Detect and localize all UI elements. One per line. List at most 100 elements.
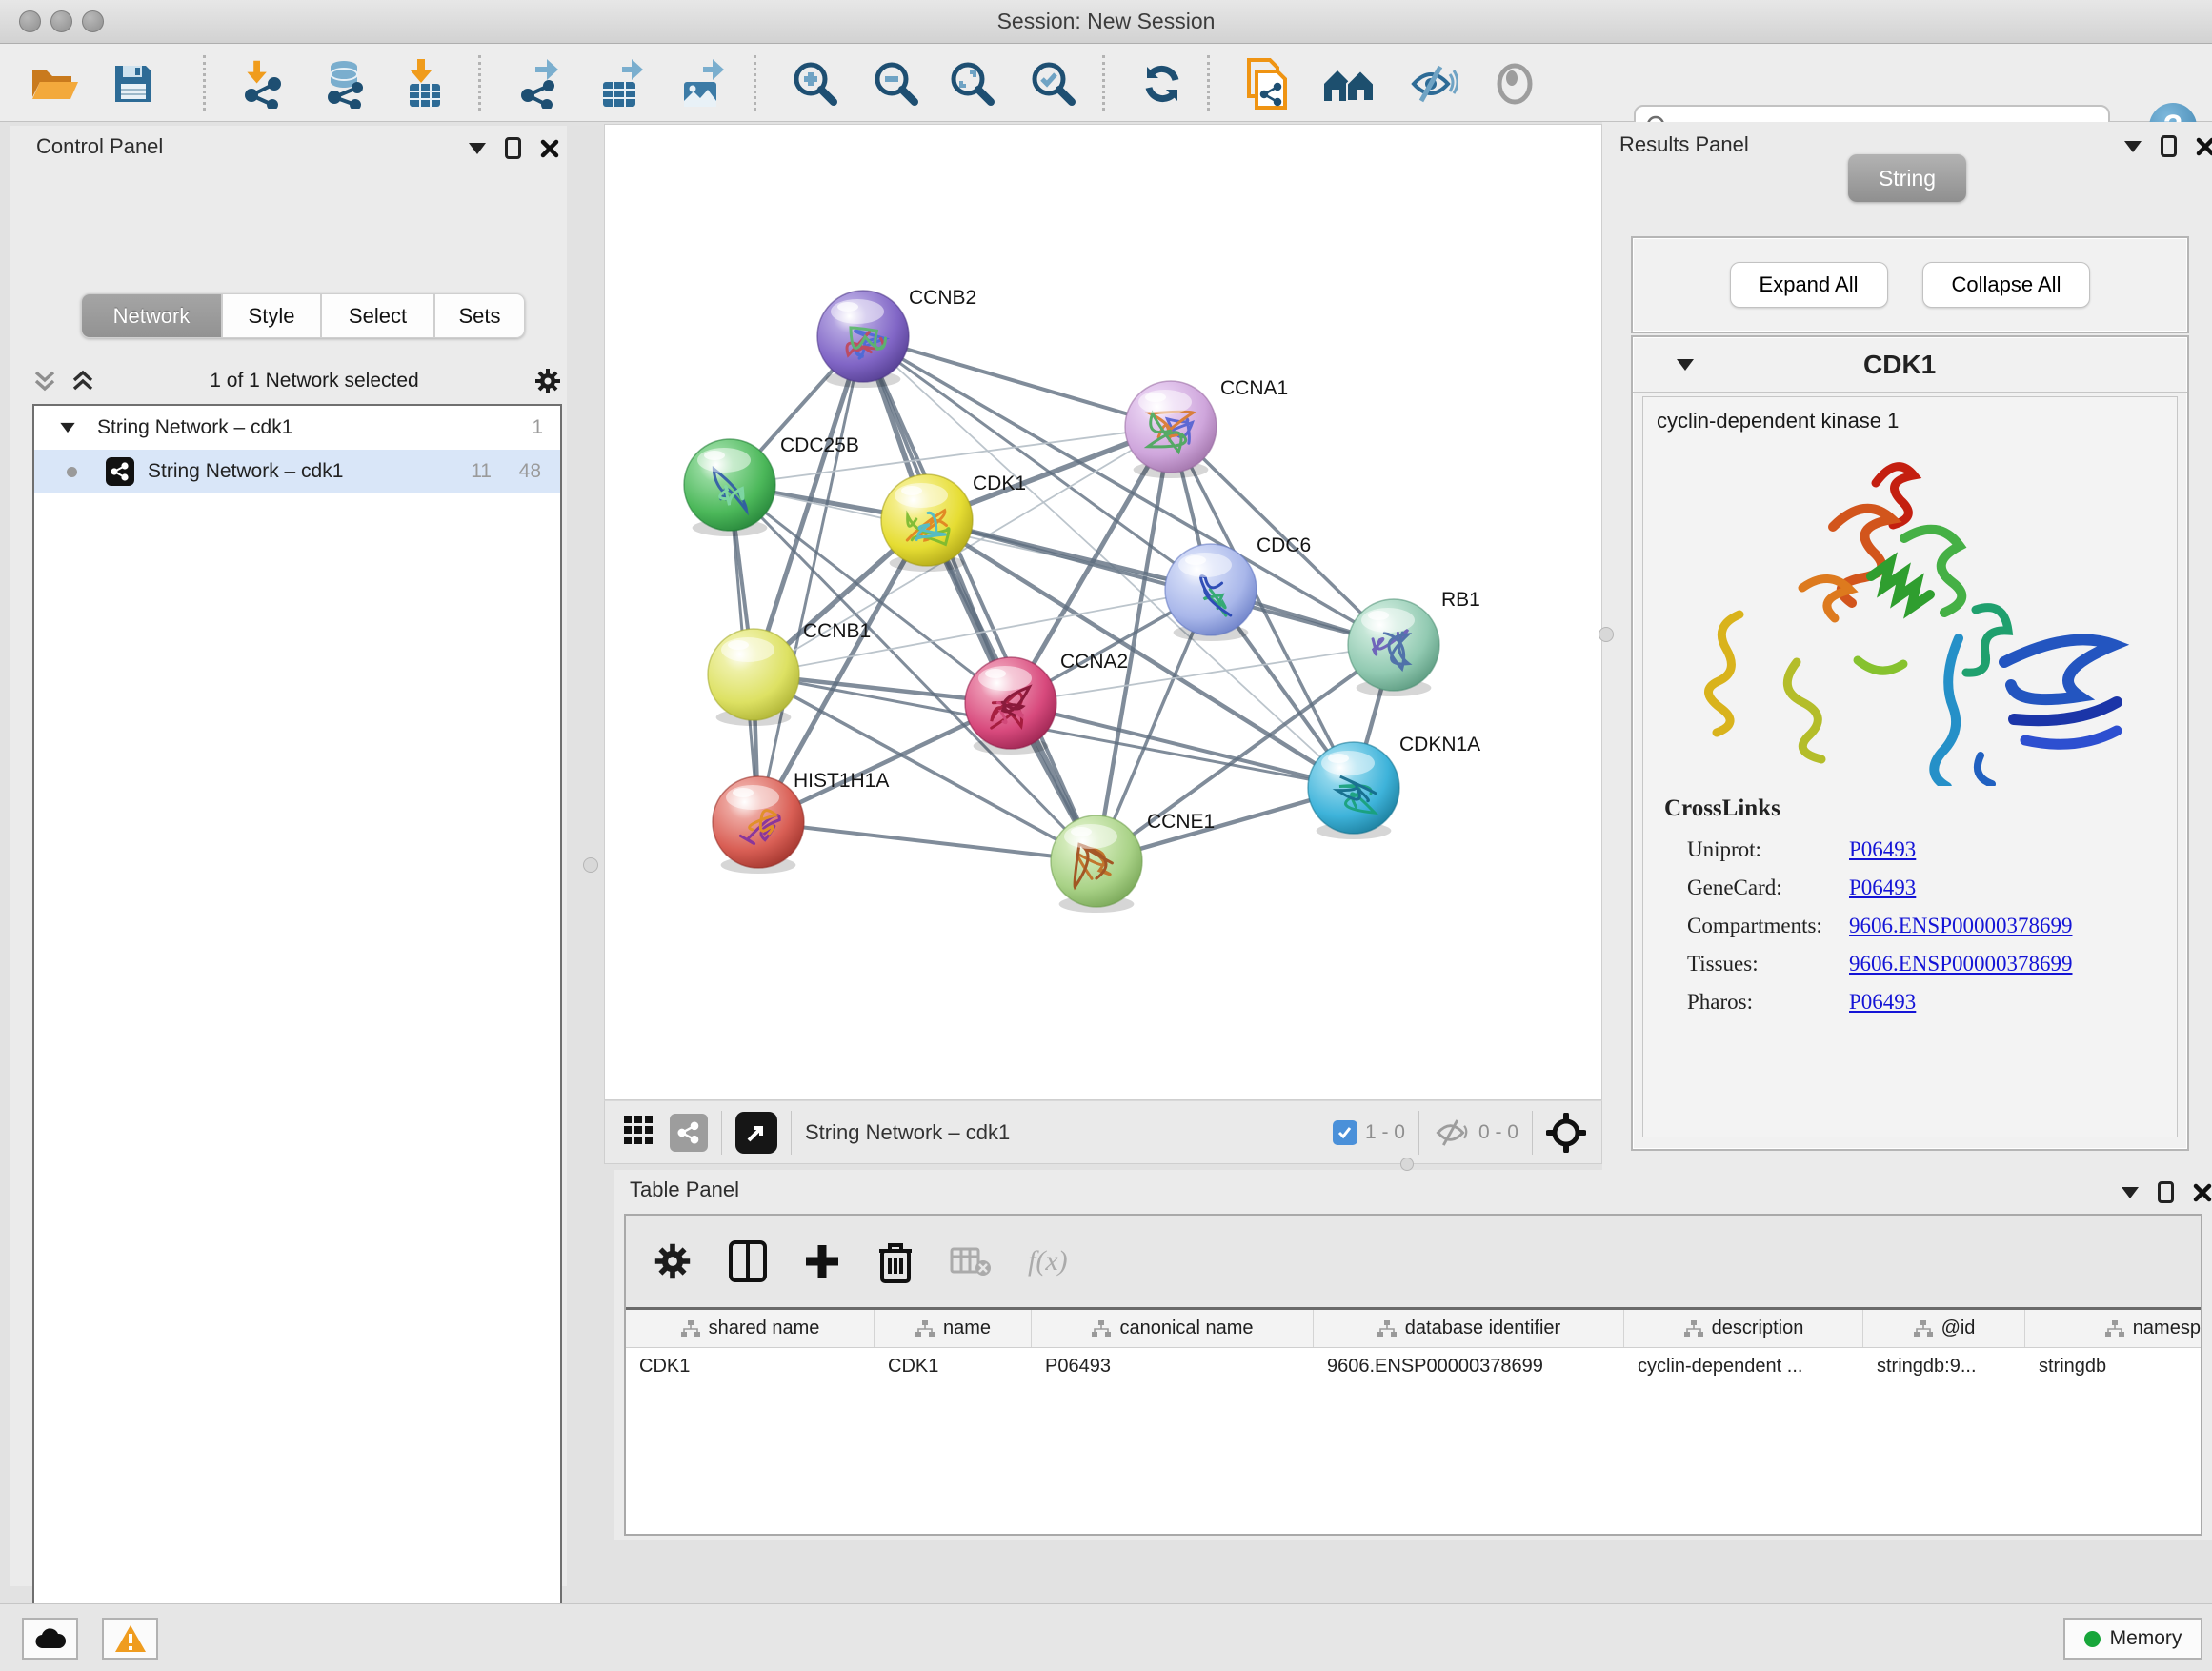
column-header--id[interactable]: @id [1863, 1310, 2025, 1347]
network-node-cdk1[interactable]: CDK1 [881, 473, 1026, 572]
collapse-all-button[interactable]: Collapse All [1922, 262, 2091, 308]
network-node-ccnb2[interactable]: CCNB2 [817, 287, 976, 388]
open-session-button[interactable] [29, 57, 82, 111]
table-settings-gear-icon[interactable] [653, 1241, 693, 1281]
save-session-button[interactable] [107, 57, 160, 111]
table-cell[interactable]: cyclin-dependent ... [1624, 1348, 1863, 1388]
network-edge-cdk1-rb1[interactable] [927, 520, 1394, 645]
refresh-button[interactable] [1136, 57, 1189, 111]
network-edge-ccnb2-hist1h1a[interactable] [758, 336, 863, 822]
import-network-file-button[interactable] [236, 57, 290, 111]
float-panel-icon[interactable] [2161, 135, 2177, 157]
float-panel-icon[interactable] [2158, 1181, 2174, 1203]
show-all-button[interactable] [1488, 57, 1541, 111]
zoom-fit-button[interactable] [946, 57, 999, 111]
column-header-shared-name[interactable]: shared name [626, 1310, 875, 1347]
crosslink-link[interactable]: 9606.ENSP00000378699 [1849, 914, 2073, 938]
warnings-button[interactable] [102, 1618, 158, 1660]
network-edge-ccnb2-ccna1[interactable] [863, 336, 1171, 427]
table-cell[interactable]: CDK1 [626, 1348, 875, 1388]
copy-documents-icon [1243, 58, 1291, 110]
collapse-all-icon[interactable] [32, 369, 57, 393]
network-view-share-icon[interactable] [670, 1114, 708, 1152]
network-collection-row[interactable]: String Network – cdk1 1 [34, 406, 560, 450]
cloud-button[interactable] [22, 1618, 78, 1660]
float-panel-icon[interactable] [505, 137, 521, 159]
network-graph: CCNB2CCNA1CDC25BCDK1CDC6RB1CCNB1CCNA2CDK… [605, 125, 1603, 1101]
zoom-selected-button[interactable] [1027, 57, 1080, 111]
memory-button[interactable]: Memory [2063, 1618, 2202, 1660]
network-edge-hist1h1a-ccne1[interactable] [758, 822, 1096, 861]
network-node-ccne1[interactable]: CCNE1 [1051, 811, 1215, 913]
gene-section-header[interactable]: CDK1 [1633, 337, 2187, 393]
network-node-cdc6[interactable]: CDC6 [1165, 534, 1311, 641]
delete-table-icon[interactable] [950, 1245, 992, 1278]
network-node-cdkn1a[interactable]: CDKN1A [1308, 734, 1480, 839]
function-builder-icon[interactable]: f(x) [1028, 1245, 1068, 1278]
network-node-hist1h1a[interactable]: HIST1H1A [713, 770, 889, 874]
export-network-button[interactable] [513, 57, 566, 111]
tab-string[interactable]: String [1848, 154, 1966, 202]
birds-eye-locate-icon[interactable] [1546, 1113, 1586, 1153]
network-canvas[interactable]: CCNB2CCNA1CDC25BCDK1CDC6RB1CCNB1CCNA2CDK… [604, 124, 1602, 1100]
network-node-rb1[interactable]: RB1 [1348, 589, 1480, 696]
tab-style[interactable]: Style [222, 293, 321, 338]
collapse-section-icon[interactable] [1677, 359, 1694, 371]
table-cell[interactable]: CDK1 [875, 1348, 1032, 1388]
expand-all-icon[interactable] [70, 369, 95, 393]
column-header-namespace[interactable]: namespace [2025, 1310, 2201, 1347]
splitter-handle[interactable] [583, 857, 598, 873]
grid-view-icon[interactable] [624, 1116, 653, 1149]
column-header-canonical-name[interactable]: canonical name [1032, 1310, 1314, 1347]
clone-network-button[interactable] [1240, 57, 1294, 111]
hide-selected-button[interactable] [1406, 57, 1459, 111]
splitter-handle[interactable] [1599, 627, 1614, 642]
tab-select[interactable]: Select [321, 293, 434, 338]
panel-menu-icon[interactable] [469, 143, 486, 154]
detach-view-icon[interactable] [735, 1112, 777, 1154]
zoom-out-button[interactable] [870, 57, 923, 111]
selected-checkbox-icon[interactable] [1333, 1120, 1357, 1145]
toolbar-separator [1207, 55, 1210, 111]
expand-all-button[interactable]: Expand All [1730, 262, 1888, 308]
tab-network[interactable]: Network [81, 293, 222, 338]
crosslink-label: GeneCard: [1687, 876, 1849, 900]
table-cell[interactable]: 9606.ENSP00000378699 [1314, 1348, 1624, 1388]
network-node-ccna2[interactable]: CCNA2 [965, 651, 1128, 755]
attribute-tree-icon [680, 1319, 701, 1339]
add-column-icon[interactable] [803, 1242, 841, 1280]
splitter-handle[interactable] [1400, 1158, 1414, 1171]
network-node-cdc25b[interactable]: CDC25B [684, 434, 859, 536]
import-network-database-button[interactable] [317, 57, 371, 111]
table-cell[interactable]: P06493 [1032, 1348, 1314, 1388]
table-cell[interactable]: stringdb:9... [1863, 1348, 2025, 1388]
hidden-eye-icon[interactable] [1433, 1117, 1471, 1148]
collapse-collection-icon[interactable] [60, 423, 74, 433]
network-options-gear-icon[interactable] [533, 367, 562, 395]
column-header-name[interactable]: name [875, 1310, 1032, 1347]
network-row[interactable]: String Network – cdk1 11 48 [34, 450, 560, 493]
export-image-button[interactable] [674, 57, 728, 111]
close-panel-icon[interactable] [540, 139, 559, 158]
crosslink-link[interactable]: 9606.ENSP00000378699 [1849, 952, 2073, 976]
crosslink-link[interactable]: P06493 [1849, 876, 1916, 900]
export-table-button[interactable] [593, 57, 647, 111]
show-columns-icon[interactable] [729, 1240, 767, 1282]
zoom-in-button[interactable] [789, 57, 842, 111]
column-header-description[interactable]: description [1624, 1310, 1863, 1347]
import-table-button[interactable] [398, 57, 452, 111]
close-panel-icon[interactable] [2193, 1183, 2212, 1202]
crosslink-link[interactable]: P06493 [1849, 990, 1916, 1015]
first-neighbors-button[interactable] [1322, 57, 1376, 111]
table-cell[interactable]: stringdb [2025, 1348, 2201, 1388]
tab-sets[interactable]: Sets [434, 293, 525, 338]
delete-column-icon[interactable] [877, 1239, 914, 1283]
network-edge-ccnb2-ccne1[interactable] [863, 336, 1096, 861]
network-node-ccnb1[interactable]: CCNB1 [708, 620, 871, 726]
table-row[interactable]: CDK1CDK1P064939606.ENSP00000378699cyclin… [626, 1348, 2201, 1388]
column-header-database-identifier[interactable]: database identifier [1314, 1310, 1624, 1347]
crosslink-link[interactable]: P06493 [1849, 837, 1916, 862]
close-panel-icon[interactable] [2196, 137, 2212, 156]
panel-menu-icon[interactable] [2122, 1187, 2139, 1198]
panel-menu-icon[interactable] [2124, 141, 2142, 152]
